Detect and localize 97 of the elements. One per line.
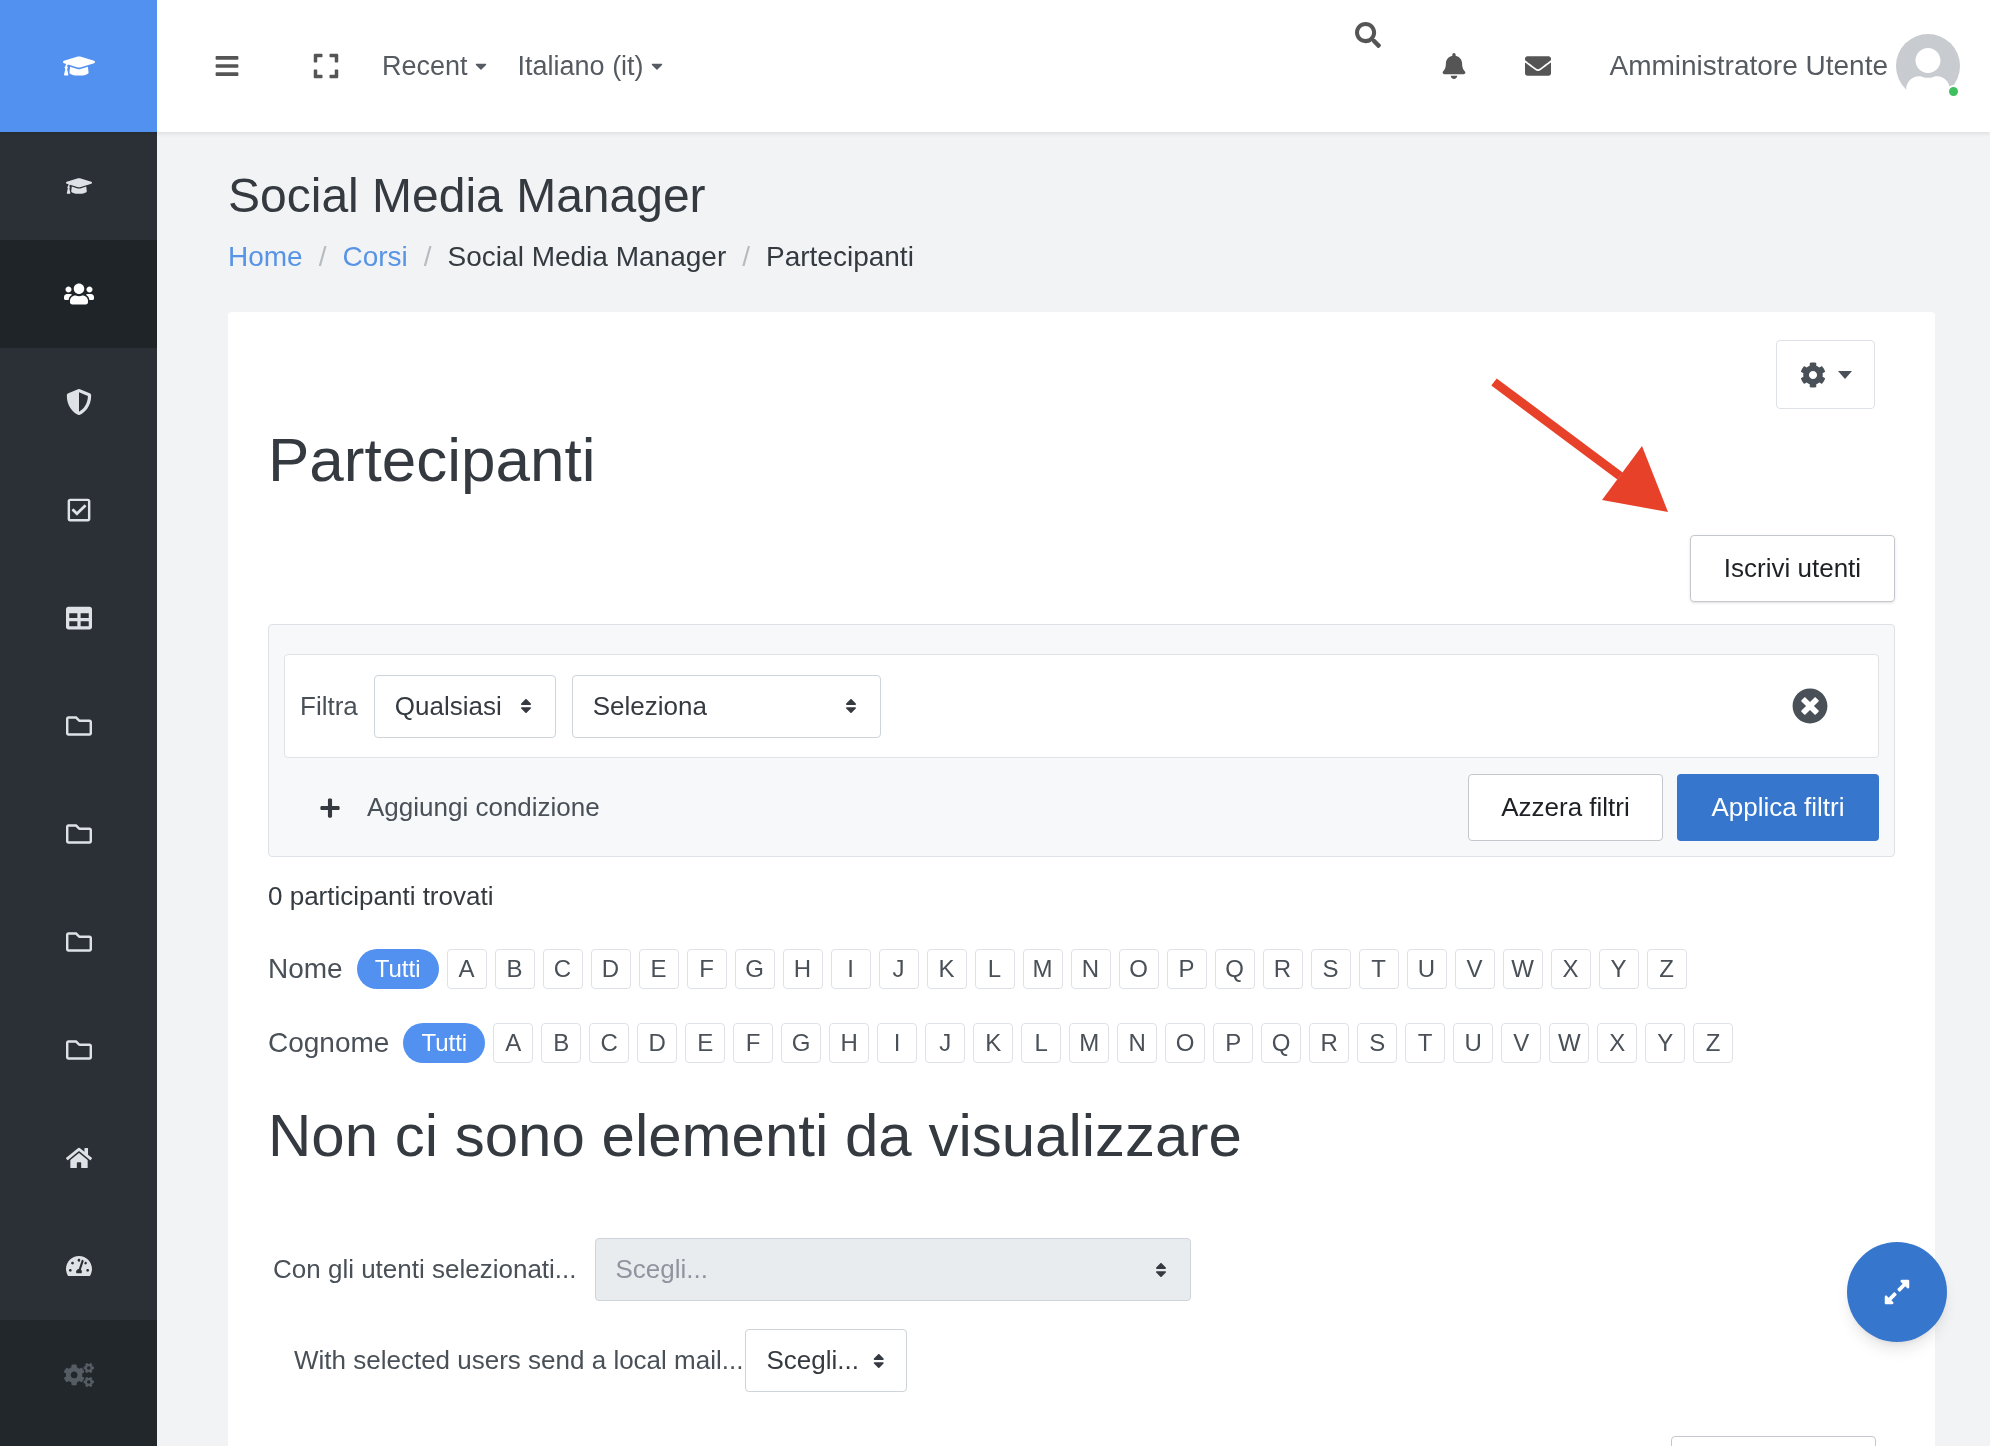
nav-dropdown[interactable]: Recent [382,45,490,87]
caret-icon [1837,370,1852,379]
initial-letter[interactable]: P [1213,1023,1254,1063]
initial-letter[interactable]: K [926,949,967,989]
envelope-icon[interactable] [1525,53,1552,79]
initial-letter[interactable]: Y [1598,949,1639,989]
initial-letter[interactable]: C [542,949,583,989]
nav-dropdown[interactable]: Italiano (it) [517,45,666,87]
select-field[interactable]: Seleziona [571,674,881,738]
initial-letter[interactable]: G [734,949,775,989]
initial-letter[interactable]: Q [1261,1023,1302,1063]
initial-letter[interactable]: Z [1693,1023,1734,1063]
breadcrumb-item: Partecipanti [766,240,914,274]
user-name[interactable]: Amministratore Utente [1609,45,1888,87]
initial-letter[interactable]: L [1021,1023,1062,1063]
plus-icon [319,796,341,819]
close-icon[interactable] [1792,688,1828,724]
settings-menu-button[interactable] [1776,340,1875,409]
gear-icon [1799,361,1826,388]
initial-letter[interactable]: R [1262,949,1303,989]
initial-letter[interactable]: A [493,1023,534,1063]
add-condition-button[interactable]: Aggiungi condizione [319,788,600,827]
initial-letter[interactable]: I [877,1023,918,1063]
expand-icon[interactable] [312,52,340,80]
menu-icon[interactable] [214,53,240,79]
breadcrumb-separator: / [742,240,750,274]
initial-letter[interactable]: D [590,949,631,989]
initial-letter[interactable]: L [974,949,1015,989]
table-icon [65,605,92,631]
select-field[interactable]: Qualsiasi [373,674,556,738]
initials-label: Nome [268,952,343,986]
initial-letter[interactable]: U [1453,1023,1494,1063]
gears-icon [63,1360,94,1390]
initial-letter[interactable]: Z [1646,949,1687,989]
expand-arrows-icon [1883,1278,1911,1306]
initial-letter[interactable]: A [446,949,487,989]
initial-letter[interactable]: T [1405,1023,1446,1063]
initial-letter[interactable]: J [925,1023,966,1063]
page-title: Social Media Manager [228,172,707,220]
initial-letter[interactable]: N [1070,949,1111,989]
reset-filters-button[interactable]: Azzera filtri [1468,774,1663,841]
initial-letter[interactable]: I [830,949,871,989]
folder-icon [65,1037,92,1063]
initials-label: Cognome [268,1026,390,1060]
initial-letter[interactable]: E [685,1023,726,1063]
search-icon[interactable] [1355,22,1382,48]
initial-letter[interactable]: D [637,1023,678,1063]
initial-letter[interactable]: W [1549,1023,1590,1063]
apply-filters-button[interactable]: Applica filtri [1677,774,1879,841]
bulk-action-label: Con gli utenti selezionati... [273,1253,577,1286]
initial-letter[interactable]: H [782,949,823,989]
dashboard-icon [65,1253,92,1279]
initial-letter[interactable]: V [1454,949,1495,989]
initial-letter[interactable]: N [1117,1023,1158,1063]
initial-letter[interactable]: X [1597,1023,1638,1063]
initial-letter[interactable]: E [638,949,679,989]
initial-letter[interactable]: R [1309,1023,1350,1063]
initial-letter[interactable]: O [1165,1023,1206,1063]
initial-letter[interactable]: B [541,1023,582,1063]
initial-letter[interactable]: F [686,949,727,989]
initial-letter[interactable]: S [1357,1023,1398,1063]
initial-letter[interactable]: B [494,949,535,989]
select-field[interactable]: Scegli... [745,1329,908,1392]
initial-letter[interactable]: C [589,1023,630,1063]
result-count: 0 participanti trovati [268,880,495,913]
initial-letter[interactable]: G [781,1023,822,1063]
folder-icon [65,713,92,739]
folder-icon [65,821,92,847]
initial-letter[interactable]: T [1358,949,1399,989]
filter-label: Filtra [300,689,358,723]
shield-icon [65,389,92,415]
initial-letter[interactable]: S [1310,949,1351,989]
breadcrumb-separator: / [423,240,432,274]
initial-letter[interactable]: J [878,949,919,989]
initial-letter[interactable]: F [733,1023,774,1063]
initial-letter[interactable]: V [1501,1023,1542,1063]
breadcrumb-separator: / [318,240,327,274]
sidebar-item[interactable] [0,240,157,348]
initial-letter[interactable]: K [973,1023,1014,1063]
bulk-action-label: With selected users send a local mail... [294,1344,744,1377]
breadcrumb-item: Social Media Manager [447,240,727,274]
checkbox-icon [65,497,92,523]
initial-letter[interactable]: Q [1214,949,1255,989]
initial-letter[interactable]: X [1550,949,1591,989]
initial-letter[interactable]: M [1069,1023,1110,1063]
initial-letter[interactable]: Y [1645,1023,1686,1063]
initial-letter[interactable]: M [1022,949,1063,989]
initial-letter[interactable]: U [1406,949,1447,989]
empty-message: Non ci sono elementi da visualizzare [268,1106,1243,1166]
home-icon [65,1145,92,1171]
enrol-users-button[interactable]: Iscrivi utenti [1690,535,1895,602]
initial-letter[interactable]: H [829,1023,870,1063]
folder-icon [65,929,92,955]
initial-letter[interactable]: O [1118,949,1159,989]
bell-icon[interactable] [1441,53,1468,79]
initial-letter[interactable]: W [1502,949,1543,989]
initial-letter[interactable]: P [1166,949,1207,989]
